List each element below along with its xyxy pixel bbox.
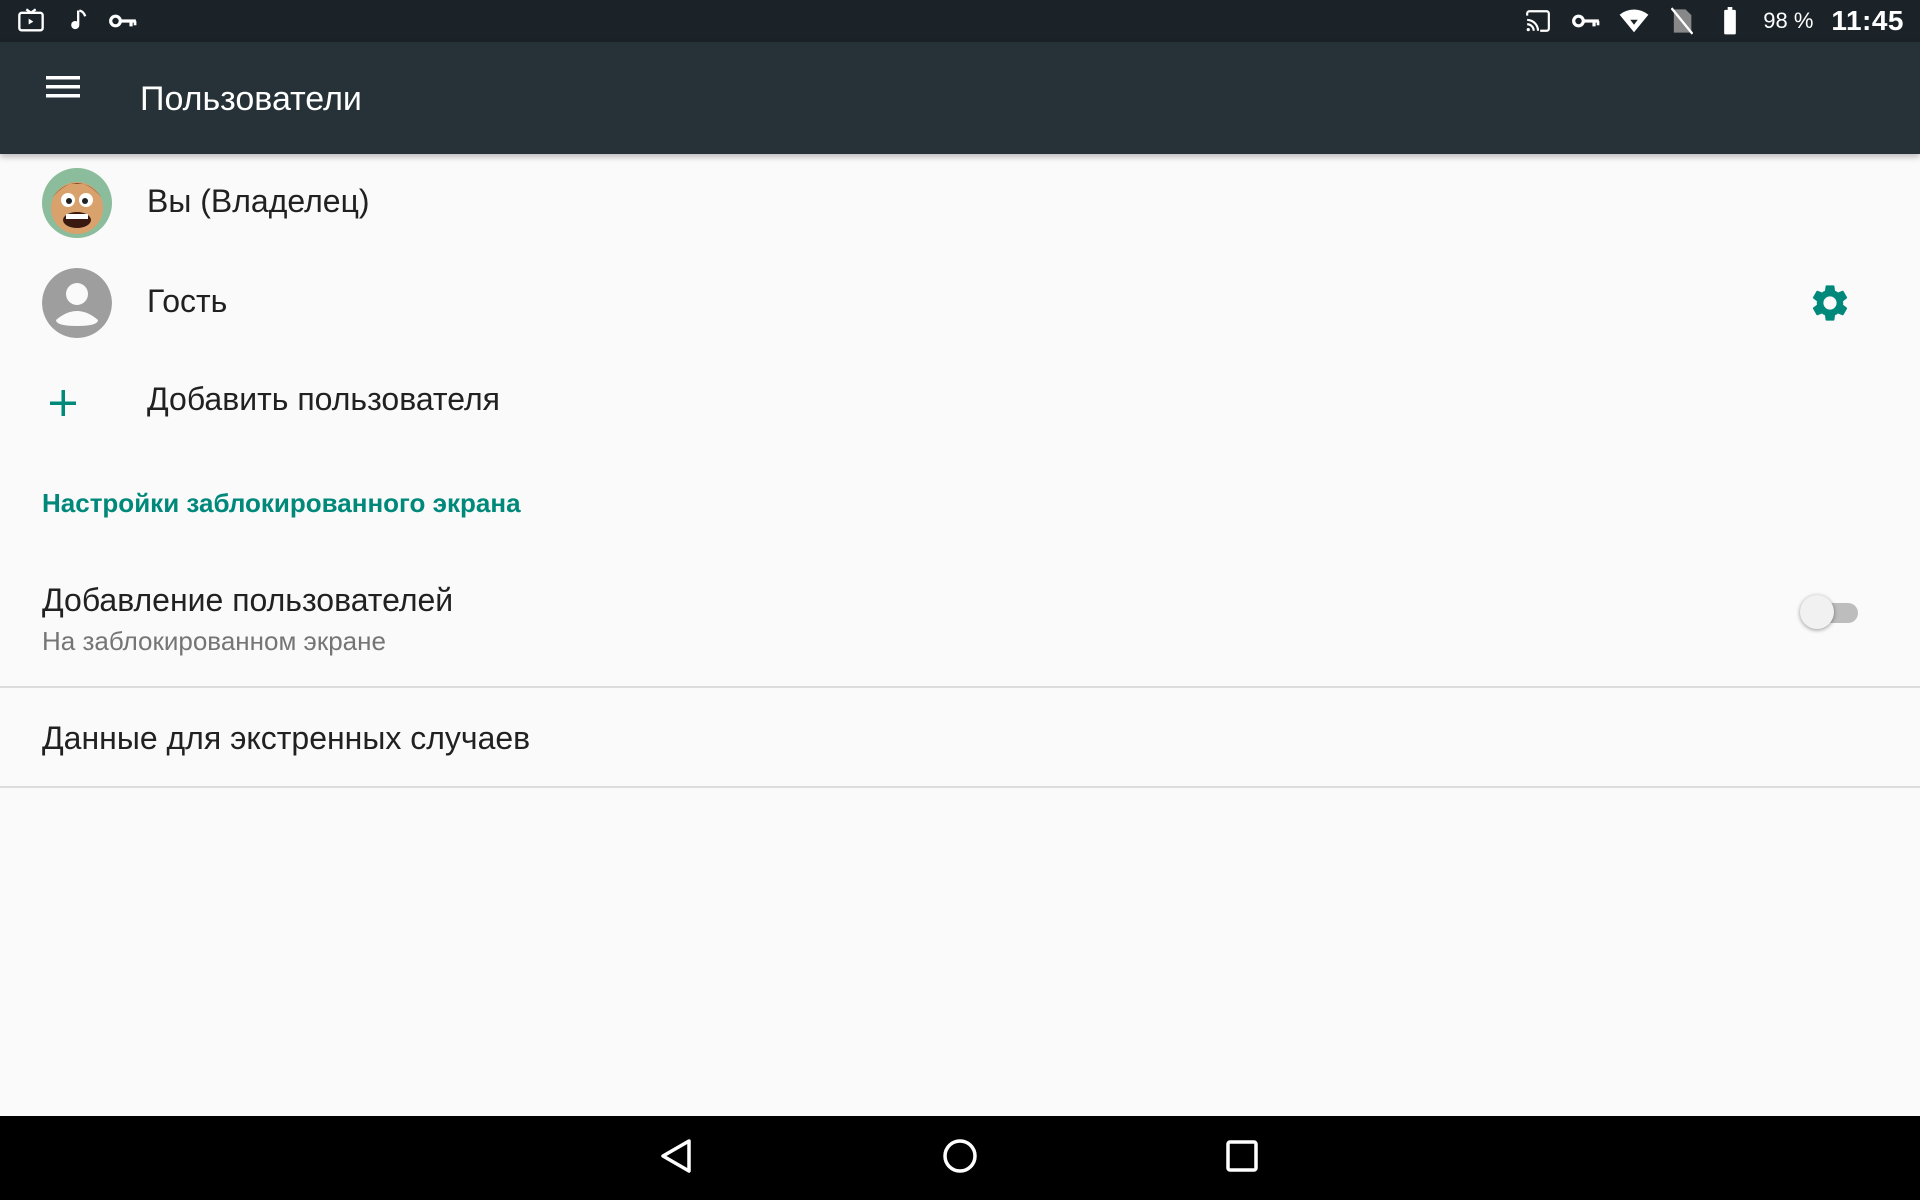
battery-percentage: 98 % [1763,8,1814,33]
gear-icon[interactable] [1808,281,1852,325]
home-button[interactable] [930,1128,990,1188]
owner-avatar [42,168,112,238]
add-user-label: Добавить пользователя [147,381,500,417]
music-note-icon [62,6,92,36]
guest-label: Гость [147,283,228,319]
add-users-toggle[interactable] [1800,592,1860,632]
wifi-icon [1619,6,1649,36]
no-sim-icon [1667,6,1697,36]
user-row-guest[interactable]: Гость [0,254,1920,354]
add-user-button[interactable]: Добавить пользователя [0,354,1920,454]
hamburger-menu-icon [46,74,80,105]
guest-avatar [42,268,112,338]
tv-notification-icon [16,6,46,36]
page-title: Пользователи [140,80,362,118]
toggle-thumb [1800,595,1834,629]
back-button[interactable] [646,1128,706,1188]
menu-button[interactable] [38,64,88,114]
battery-icon [1715,6,1745,36]
app-bar: Пользователи [0,42,1920,154]
home-icon [942,1138,978,1179]
add-users-setting-title: Добавление пользователей [42,582,454,618]
divider [0,786,1920,788]
vpn-key-icon [1571,6,1601,36]
owner-label: Вы (Владелец) [147,183,370,219]
clock: 11:45 [1831,5,1904,36]
add-users-lockscreen-setting[interactable] [0,554,1920,686]
user-row-owner[interactable]: Вы (Владелец) [0,154,1920,254]
add-users-setting-subtitle: На заблокированном экране [42,626,386,656]
vpn-key-icon [108,6,138,36]
plus-icon [46,386,80,425]
cast-icon [1523,6,1553,36]
recents-button[interactable] [1212,1128,1272,1188]
status-bar: 98 % 11:45 [0,0,1920,42]
recents-icon [1225,1139,1259,1178]
lock-screen-section-header: Настройки заблокированного экрана [42,488,521,518]
navigation-bar [0,1116,1920,1200]
back-icon [659,1138,693,1179]
users-list: Вы (Владелец) Гость Добавить пользовател… [0,154,1920,1116]
emergency-info-label: Данные для экстренных случаев [42,720,531,756]
